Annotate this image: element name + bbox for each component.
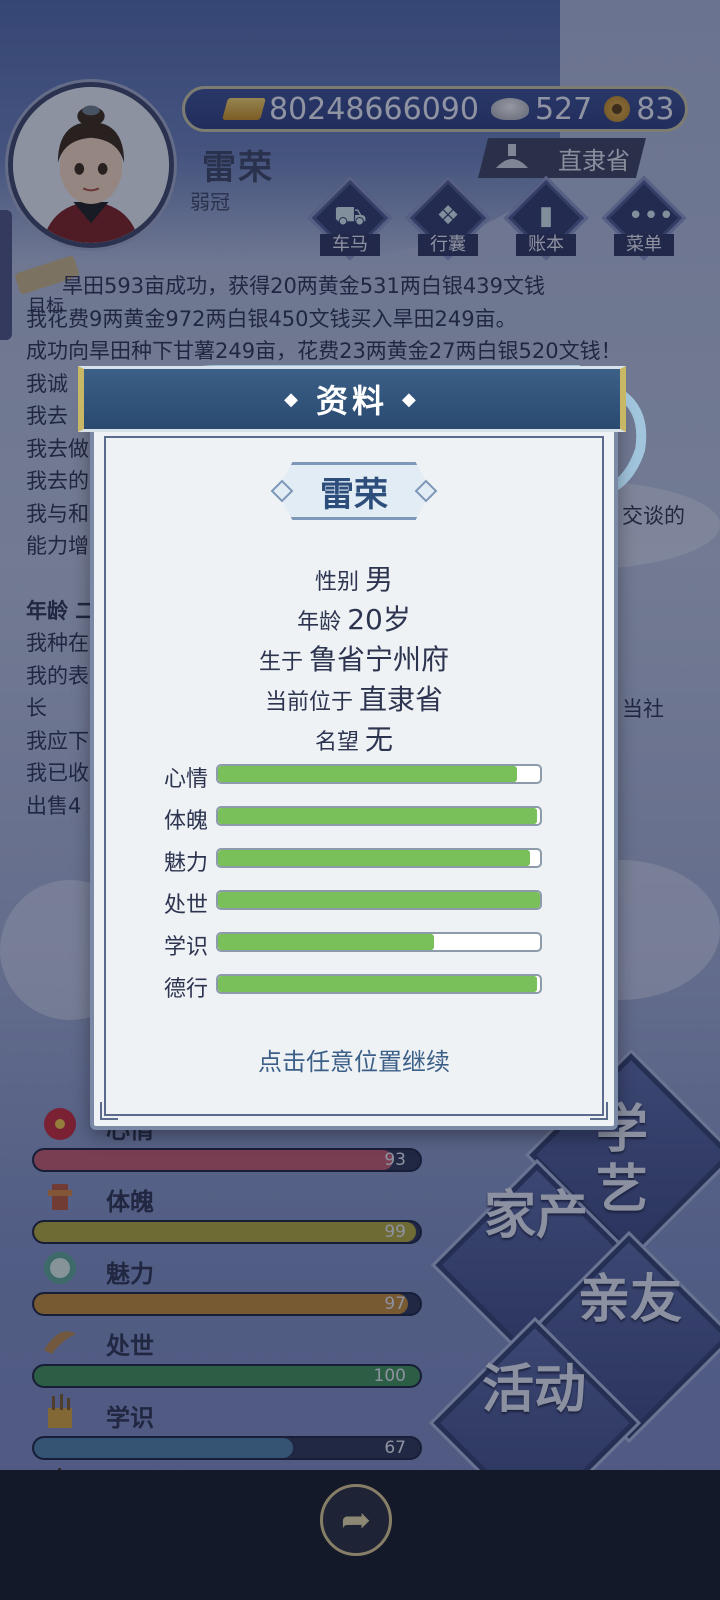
bar-label: 学识 bbox=[164, 935, 209, 960]
field-key: 当前位于 bbox=[264, 690, 353, 715]
modal-bar-worldliness: 处世 bbox=[164, 889, 544, 918]
continue-hint[interactable]: 点击任意位置继续 bbox=[90, 1042, 618, 1077]
field-gender: 性别男 bbox=[90, 558, 618, 598]
field-key: 性别 bbox=[314, 570, 359, 595]
modal-bar-physique: 体魄 bbox=[164, 805, 544, 834]
field-key: 年龄 bbox=[297, 610, 342, 635]
name-plate-ornament bbox=[270, 479, 438, 503]
field-age: 年龄 20岁 bbox=[90, 598, 618, 638]
field-key: 名望 bbox=[314, 730, 359, 755]
field-key: 生于 bbox=[258, 650, 303, 675]
modal-title: 资料 bbox=[315, 382, 388, 420]
field-value: 无 bbox=[365, 723, 394, 756]
field-value: 鲁省宁州府 bbox=[309, 643, 450, 676]
field-value: 男 bbox=[365, 563, 394, 596]
bar-label: 德行 bbox=[164, 977, 209, 1002]
bar-label: 心情 bbox=[164, 767, 209, 792]
field-value: 直隶省 bbox=[359, 683, 444, 716]
field-current-location: 当前位于 直隶省 bbox=[90, 678, 618, 718]
modal-bar-charm: 魅力 bbox=[164, 847, 544, 876]
bar-fill bbox=[218, 850, 531, 866]
bar-label: 体魄 bbox=[164, 809, 209, 834]
field-reputation: 名望无 bbox=[90, 718, 618, 758]
modal-bar-learning: 学识 bbox=[164, 931, 544, 960]
bar-label: 魅力 bbox=[164, 851, 209, 876]
bar-label: 处世 bbox=[164, 893, 209, 918]
bar-fill bbox=[218, 934, 434, 950]
bar-fill bbox=[218, 766, 518, 782]
field-value: 20岁 bbox=[347, 603, 411, 636]
field-birthplace: 生于 鲁省宁州府 bbox=[90, 638, 618, 678]
modal-title-bar: ◆ 资料 ◆ bbox=[78, 366, 626, 432]
modal-bar-mood: 心情 bbox=[164, 763, 544, 792]
frame-corner bbox=[100, 1102, 118, 1120]
modal-bar-virtue: 德行 bbox=[164, 973, 544, 1002]
bar-fill bbox=[218, 892, 540, 908]
frame-corner bbox=[590, 1102, 608, 1120]
bar-fill bbox=[218, 976, 537, 992]
bar-fill bbox=[218, 808, 537, 824]
